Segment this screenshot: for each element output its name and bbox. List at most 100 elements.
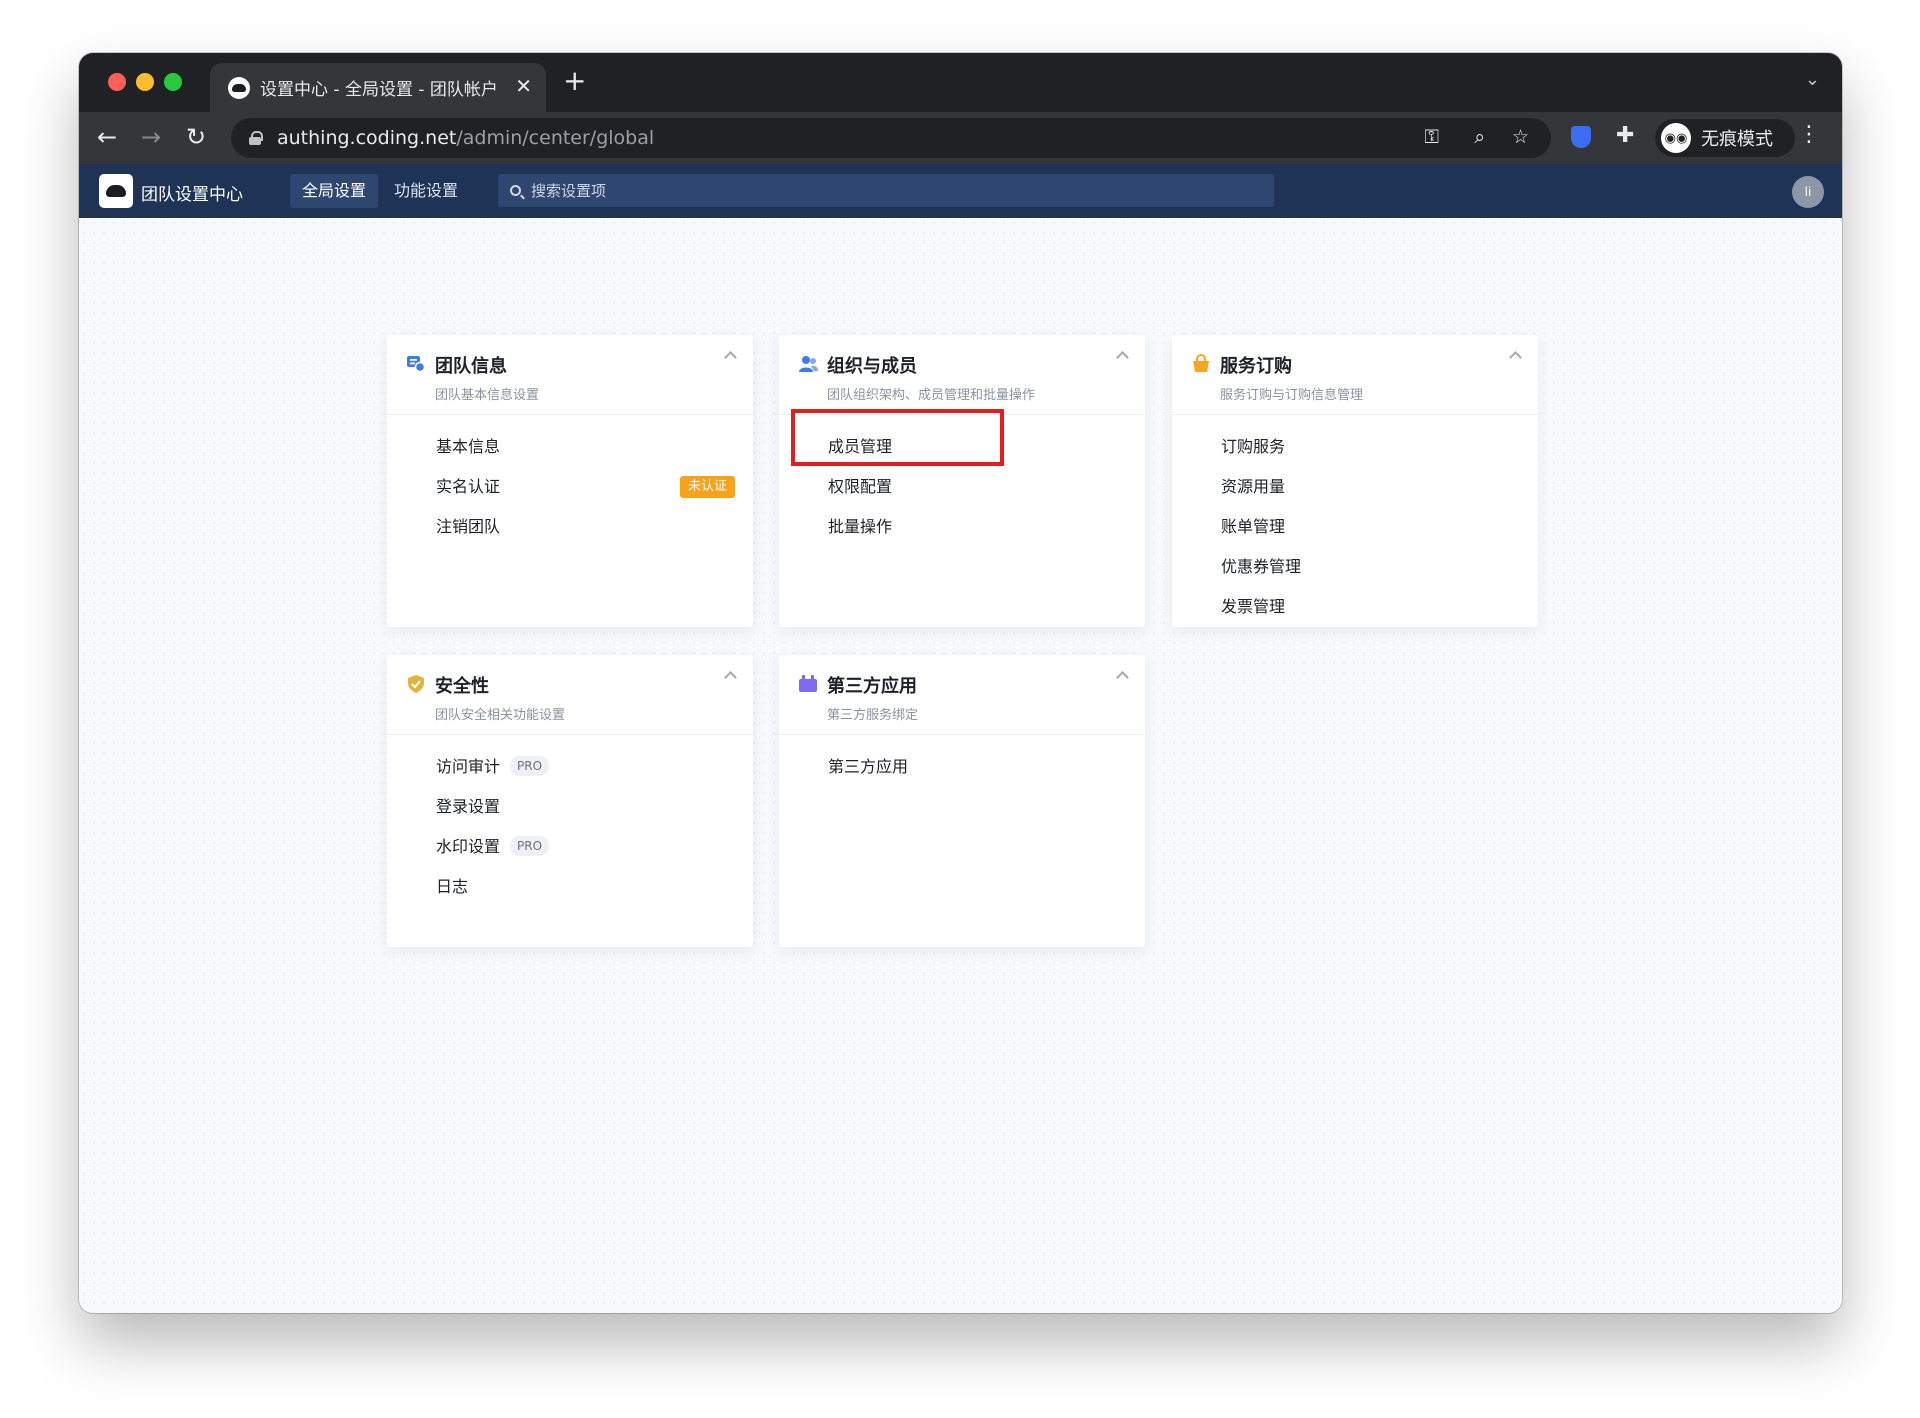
card-third-party-apps: 第三方应用 第三方服务绑定 第三方应用 [779,655,1145,947]
item-label: 账单管理 [1221,517,1286,536]
menu-item-coupons[interactable]: 优惠券管理 [1172,547,1538,587]
shield-check-icon [408,675,424,693]
collapse-chevron-icon[interactable] [1509,351,1522,364]
card-organization-members: 组织与成员 团队组织架构、成员管理和批量操作 成员管理 权限配置 批量操作 [779,335,1145,627]
card-subtitle: 团队基本信息设置 [435,388,540,403]
item-label: 发票管理 [1221,597,1286,616]
back-button[interactable]: ← [97,123,117,151]
extensions-puzzle-icon[interactable]: ✚ [1616,123,1634,148]
item-label: 批量操作 [828,517,893,536]
browser-window: 设置中心 - 全局设置 - 团队帐户 ✕ + ⌄ ← → ↻ authing.c… [79,53,1842,1313]
item-label: 资源用量 [1221,477,1286,496]
browser-toolbar: ← → ↻ authing.coding.net/admin/center/gl… [79,112,1842,164]
menu-item-real-name-auth[interactable]: 实名认证 未认证 [387,467,753,507]
close-tab-icon[interactable]: ✕ [515,75,532,97]
menu-item-billing[interactable]: 账单管理 [1172,507,1538,547]
card-header[interactable]: 第三方应用 第三方服务绑定 [779,655,1145,735]
status-badge: 未认证 [679,476,735,498]
lock-icon[interactable] [249,131,263,145]
item-label: 水印设置 [436,837,501,856]
incognito-label: 无痕模式 [1701,129,1773,150]
collapse-chevron-icon[interactable] [1116,671,1129,684]
tab-title: 设置中心 - 全局设置 - 团队帐户 [260,80,498,100]
menu-item-deactivate-team[interactable]: 注销团队 [387,507,753,547]
item-label: 实名认证 [436,477,501,496]
zoom-icon[interactable]: ⌕ [1474,126,1485,148]
maximize-window-button[interactable] [164,73,182,91]
card-subtitle: 第三方服务绑定 [827,708,919,723]
card-subtitle: 服务订购与订购信息管理 [1220,388,1364,403]
menu-item-access-audit[interactable]: 访问审计 PRO [387,747,753,787]
item-label: 日志 [436,877,469,896]
key-icon[interactable]: ⚿ [1425,126,1439,148]
item-label: 权限配置 [828,477,893,496]
shopping-bag-icon [1193,354,1209,372]
card-service-subscription: 服务订购 服务订购与订购信息管理 订购服务 资源用量 账单管理 优惠券管理 发票… [1172,335,1538,627]
collapse-chevron-icon[interactable] [724,671,737,684]
tab-strip: 设置中心 - 全局设置 - 团队帐户 ✕ + ⌄ [79,53,1842,112]
card-title: 服务订购 [1220,356,1292,377]
favicon-icon [228,76,250,99]
card-header[interactable]: 安全性 团队安全相关功能设置 [387,655,753,735]
new-tab-button[interactable]: + [563,65,586,97]
address-bar[interactable]: authing.coding.net/admin/center/global ⚿… [231,118,1551,158]
menu-item-logs[interactable]: 日志 [387,867,753,907]
url-host: authing.coding.net [277,127,457,149]
bookmark-star-icon[interactable]: ☆ [1512,126,1529,148]
nav-feature-settings[interactable]: 功能设置 [382,174,470,208]
card-subtitle: 团队组织架构、成员管理和批量操作 [827,388,1036,403]
highlight-box [791,409,1004,466]
menu-item-watermark-settings[interactable]: 水印设置 PRO [387,827,753,867]
menu-item-permission-config[interactable]: 权限配置 [779,467,1145,507]
card-header[interactable]: 组织与成员 团队组织架构、成员管理和批量操作 [779,335,1145,415]
incognito-icon: ◉◉ [1661,123,1691,153]
menu-item-resource-usage[interactable]: 资源用量 [1172,467,1538,507]
item-label: 登录设置 [436,797,501,816]
browser-menu-icon[interactable]: ⋮ [1798,122,1820,147]
browser-tab[interactable]: 设置中心 - 全局设置 - 团队帐户 ✕ [210,63,546,112]
brand-logo-icon[interactable] [99,174,133,208]
item-label: 基本信息 [436,437,501,456]
pro-badge: PRO [510,756,550,776]
members-icon [799,356,818,372]
menu-item-batch-operations[interactable]: 批量操作 [779,507,1145,547]
forward-button[interactable]: → [141,123,161,151]
team-info-icon [407,356,426,373]
card-title: 第三方应用 [827,676,917,697]
menu-item-invoices[interactable]: 发票管理 [1172,587,1538,627]
url-path: /admin/center/global [456,127,655,149]
item-label: 访问审计 [436,757,501,776]
menu-item-login-settings[interactable]: 登录设置 [387,787,753,827]
card-security: 安全性 团队安全相关功能设置 访问审计 PRO 登录设置 水印设置 PRO 日志 [387,655,753,947]
card-title: 团队信息 [435,356,507,377]
menu-item-third-party-apps[interactable]: 第三方应用 [779,747,1145,787]
card-subtitle: 团队安全相关功能设置 [435,708,566,723]
menu-item-order-service[interactable]: 订购服务 [1172,427,1538,467]
settings-search-input[interactable]: 搜索设置项 [498,174,1274,207]
extension-shield-icon[interactable] [1571,126,1591,148]
brand-name[interactable]: 团队设置中心 [141,180,243,205]
user-avatar[interactable]: li [1792,176,1824,208]
collapse-chevron-icon[interactable] [1116,351,1129,364]
card-header[interactable]: 团队信息 团队基本信息设置 [387,335,753,415]
tab-search-icon[interactable]: ⌄ [1805,69,1820,90]
item-label: 优惠券管理 [1221,557,1302,576]
card-title: 组织与成员 [827,356,917,377]
menu-item-basic-info[interactable]: 基本信息 [387,427,753,467]
close-window-button[interactable] [108,73,126,91]
collapse-chevron-icon[interactable] [724,351,737,364]
app-header: 团队设置中心 全局设置 功能设置 搜索设置项 li [79,164,1842,218]
search-icon [510,185,521,196]
pro-badge: PRO [510,836,550,856]
card-team-info: 团队信息 团队基本信息设置 基本信息 实名认证 未认证 注销团队 [387,335,753,627]
minimize-window-button[interactable] [136,73,154,91]
item-label: 订购服务 [1221,437,1286,456]
item-label: 第三方应用 [828,757,909,776]
apps-icon [799,675,817,692]
nav-global-settings[interactable]: 全局设置 [290,174,379,208]
settings-content: 团队信息 团队基本信息设置 基本信息 实名认证 未认证 注销团队 组织与成员 团… [79,218,1842,1313]
incognito-indicator[interactable]: ◉◉ 无痕模式 [1655,119,1795,157]
reload-button[interactable]: ↻ [186,123,206,151]
card-header[interactable]: 服务订购 服务订购与订购信息管理 [1172,335,1538,415]
item-label: 注销团队 [436,517,501,536]
